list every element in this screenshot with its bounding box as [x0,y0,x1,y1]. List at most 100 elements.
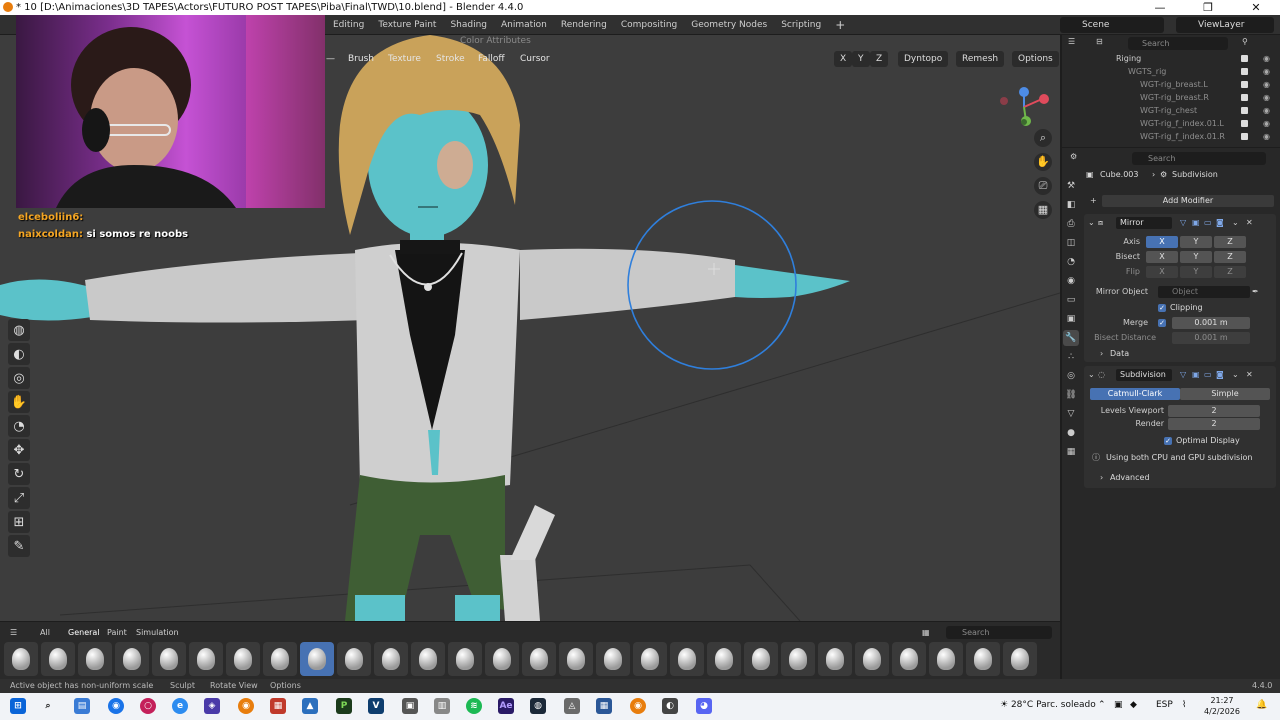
outliner-row[interactable]: WGT-rig_f_index.01.L ◉ [1062,117,1280,130]
bisect-y-toggle[interactable]: Y [1180,251,1212,263]
inflate-tool-icon[interactable]: ◎ [8,367,30,389]
weather-widget[interactable]: ☀ 28°C Parc. soleado [1000,700,1096,710]
tab-geometry-nodes[interactable]: Geometry Nodes [684,15,774,35]
brush-thumbnail[interactable] [115,642,149,676]
data-chevron-icon[interactable]: › [1100,348,1103,360]
tab-compositing[interactable]: Compositing [614,15,684,35]
outliner-row[interactable]: Riging ◉ [1062,52,1280,65]
brush-thumbnail[interactable] [300,642,334,676]
tab-texture-paint[interactable]: Texture Paint [371,15,443,35]
symmetry-z-toggle[interactable]: Z [870,51,889,67]
steam-icon[interactable]: ◍ [530,698,546,714]
render-camera-icon[interactable]: ◙ [1216,217,1224,229]
world-tab-icon[interactable]: ◉ [1063,273,1079,289]
exclude-checkbox[interactable] [1241,94,1248,101]
render-levels-field[interactable]: 2 [1168,418,1260,430]
cage-icon[interactable]: ▣ [1192,369,1200,381]
language-indicator[interactable]: ESP [1156,700,1173,710]
dyntopo-toggle[interactable]: Dyntopo [898,51,949,67]
mirror-object-field[interactable]: Object [1158,286,1250,298]
bisect-distance-field[interactable]: 0.001 m [1172,332,1250,344]
outliner-editor-icon[interactable]: ☰ [1068,36,1075,48]
obs-icon[interactable]: ◐ [662,698,678,714]
advanced-chevron-icon[interactable]: › [1100,472,1103,484]
brush-thumbnail[interactable] [522,642,556,676]
brush-thumbnail[interactable] [485,642,519,676]
bisect-x-toggle[interactable]: X [1146,251,1178,263]
windows-start-icon[interactable]: ⊞ [10,698,26,714]
edit-mode-icon[interactable]: ▽ [1180,217,1186,229]
brush-thumbnail[interactable] [226,642,260,676]
texture-menu[interactable]: Texture [388,51,421,67]
scene-selector[interactable]: Scene [1060,17,1164,33]
tab-scripting[interactable]: Scripting [774,15,828,35]
view-layer-tab-icon[interactable]: ◫ [1063,235,1079,251]
blender-icon[interactable]: ◉ [238,698,254,714]
tray-app-icon-2[interactable]: ◆ [1130,700,1137,710]
outliner-search-input[interactable]: Search [1128,37,1228,50]
visibility-eye-icon[interactable]: ◉ [1263,91,1270,104]
outliner-row[interactable]: WGT-rig_breast.R ◉ [1062,91,1280,104]
brush-thumbnail[interactable] [633,642,667,676]
bisect-z-toggle[interactable]: Z [1214,251,1246,263]
exclude-checkbox[interactable] [1241,107,1248,114]
file-explorer-icon[interactable]: ▤ [74,698,90,714]
filter-icon[interactable]: ⚲ [1242,36,1248,48]
brush-thumbnail[interactable] [448,642,482,676]
photos-icon[interactable]: ▲ [302,698,318,714]
properties-search-input[interactable]: Search [1132,152,1266,165]
physics-tab-icon[interactable]: ◎ [1063,368,1079,384]
scale-tool-icon[interactable]: ⤢ [8,487,30,509]
viewport-display-icon[interactable]: ▭ [1204,369,1212,381]
after-effects-icon[interactable]: Ae [498,698,514,714]
brush-thumbnail[interactable] [559,642,593,676]
cage-icon[interactable]: ▣ [1192,217,1200,229]
brush-thumbnail[interactable] [4,642,38,676]
blender-active-icon[interactable]: ◉ [630,698,646,714]
visibility-eye-icon[interactable]: ◉ [1263,130,1270,143]
axis-z-toggle[interactable]: Z [1214,236,1246,248]
tab-rendering[interactable]: Rendering [554,15,614,35]
modifier-tab-icon[interactable]: 🔧 [1063,330,1079,346]
chrome-icon[interactable]: ◉ [108,698,124,714]
zoom-icon[interactable]: ⌕ [1034,129,1052,147]
output-tab-icon[interactable]: ⎙ [1063,216,1079,232]
brush-thumbnail[interactable] [892,642,926,676]
brush-thumbnail[interactable] [152,642,186,676]
color-attributes-label[interactable]: Color Attributes [460,35,531,48]
exclude-checkbox[interactable] [1241,120,1248,127]
render-camera-icon[interactable]: ◙ [1216,369,1224,381]
tray-chevron-icon[interactable]: ⌃ [1098,700,1106,710]
brush-thumbnail[interactable] [374,642,408,676]
brush-thumbnail[interactable] [596,642,630,676]
exclude-checkbox[interactable] [1241,55,1248,62]
mask-tool-icon[interactable]: ◔ [8,415,30,437]
add-workspace-button[interactable]: + [828,15,852,35]
minimize-button[interactable]: — [1136,0,1184,15]
subdivision-name-field[interactable]: Subdivision [1116,369,1172,381]
shelf-tab-simulation[interactable]: Simulation [136,626,179,640]
merge-distance-field[interactable]: 0.001 m [1172,317,1250,329]
taskbar-clock[interactable]: 21:27 4/2/2026 [1200,695,1244,717]
annotate-tool-icon[interactable]: ✎ [8,535,30,557]
simple-button[interactable]: Simple [1180,388,1270,400]
visibility-eye-icon[interactable]: ◉ [1263,65,1270,78]
cursor-menu[interactable]: Cursor [520,51,550,67]
brush-menu[interactable]: Brush [348,51,374,67]
merge-checkbox[interactable]: ✓ [1158,319,1166,327]
close-button[interactable]: ✕ [1232,0,1280,15]
viewport-display-icon[interactable]: ▭ [1204,217,1212,229]
axis-x-toggle[interactable]: X [1146,236,1178,248]
remesh-menu[interactable]: Remesh [956,51,1005,67]
object-tab-icon[interactable]: ▣ [1063,311,1079,327]
outliner-row[interactable]: WGTS_rig ◉ [1062,65,1280,78]
brush-thumbnail[interactable] [337,642,371,676]
texture-tab-icon[interactable]: ▦ [1063,444,1079,460]
clay-tool-icon[interactable]: ◐ [8,343,30,365]
flip-x-toggle[interactable]: X [1146,266,1178,278]
constraints-tab-icon[interactable]: ⛓ [1063,387,1079,403]
shelf-tab-paint[interactable]: Paint [107,626,127,640]
exclude-checkbox[interactable] [1241,68,1248,75]
move-tool-icon[interactable]: ✥ [8,439,30,461]
tool-tab-icon[interactable]: ⚒ [1063,178,1079,194]
